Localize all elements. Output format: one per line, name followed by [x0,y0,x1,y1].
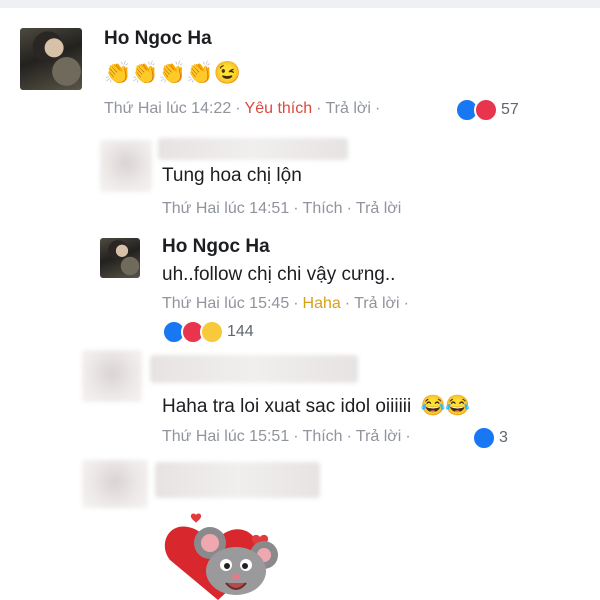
comment-text: Tung hoa chị lộn [162,165,302,186]
avatar[interactable] [20,28,82,90]
like-link[interactable]: Thích [303,200,343,218]
comment-meta: Thứ Hai lúc 15:45 · Haha · Trả lời · [162,295,409,313]
reaction-count: 3 [499,429,508,446]
comment-meta: Thứ Hai lúc 15:51 · Thích · Trả lời · [162,428,411,446]
reply-link[interactable]: Trả lời [356,200,401,218]
like-reaction-icon [472,426,496,450]
like-link[interactable]: Thích [303,428,343,446]
haha-reaction-link[interactable]: Haha [303,295,341,313]
mouse-nose [232,574,240,580]
love-reaction-icon [474,98,498,122]
love-reaction-link[interactable]: Yêu thích [245,100,313,118]
blurred-author-name [158,138,348,160]
laughing-emoji-icon: 😂😂 [420,395,471,417]
comment-meta: Thứ Hai lúc 14:51 · Thích · Trả lời [162,200,402,218]
comment-time[interactable]: Thứ Hai lúc 15:51 [162,428,289,446]
reply-link[interactable]: Trả lời [325,100,370,118]
reactions-summary[interactable]: 57 [455,98,519,122]
mouse-ear [201,534,219,552]
comment-time[interactable]: Thứ Hai lúc 14:51 [162,200,289,218]
comment-text: uh..follow chị chi vậy cưng.. [162,264,396,285]
reaction-count: 57 [501,101,519,118]
blurred-author-name [150,355,358,383]
avatar[interactable] [82,350,142,402]
blurred-author-name [155,462,320,498]
reactions-summary[interactable]: 3 [472,426,508,450]
comment-text: Haha tra loi xuat sac idol oiiiiii 😂😂 [162,395,471,417]
reply-link[interactable]: Trả lời [354,295,399,313]
reactions-summary[interactable]: 144 [162,320,254,344]
comment-author[interactable]: Ho Ngoc Ha [104,28,212,50]
avatar[interactable] [100,140,152,192]
comment-meta: Thứ Hai lúc 14:22 · Yêu thích · Trả lời … [104,100,381,118]
avatar[interactable] [82,460,148,508]
comment-time[interactable]: Thứ Hai lúc 15:45 [162,295,289,313]
comment-author[interactable]: Ho Ngoc Ha [162,236,270,258]
avatar[interactable] [100,238,140,278]
reply-link[interactable]: Trả lời [356,428,401,446]
mouse-heart-sticker[interactable] [160,505,310,600]
comment-text: 👏👏👏👏😉 [104,60,241,85]
mouse-pupil [242,563,248,569]
top-divider [0,0,600,8]
comment-time[interactable]: Thứ Hai lúc 14:22 [104,100,231,118]
small-heart-shape [190,513,202,523]
haha-reaction-icon [200,320,224,344]
mouse-pupil [224,563,230,569]
reaction-count: 144 [227,323,254,340]
